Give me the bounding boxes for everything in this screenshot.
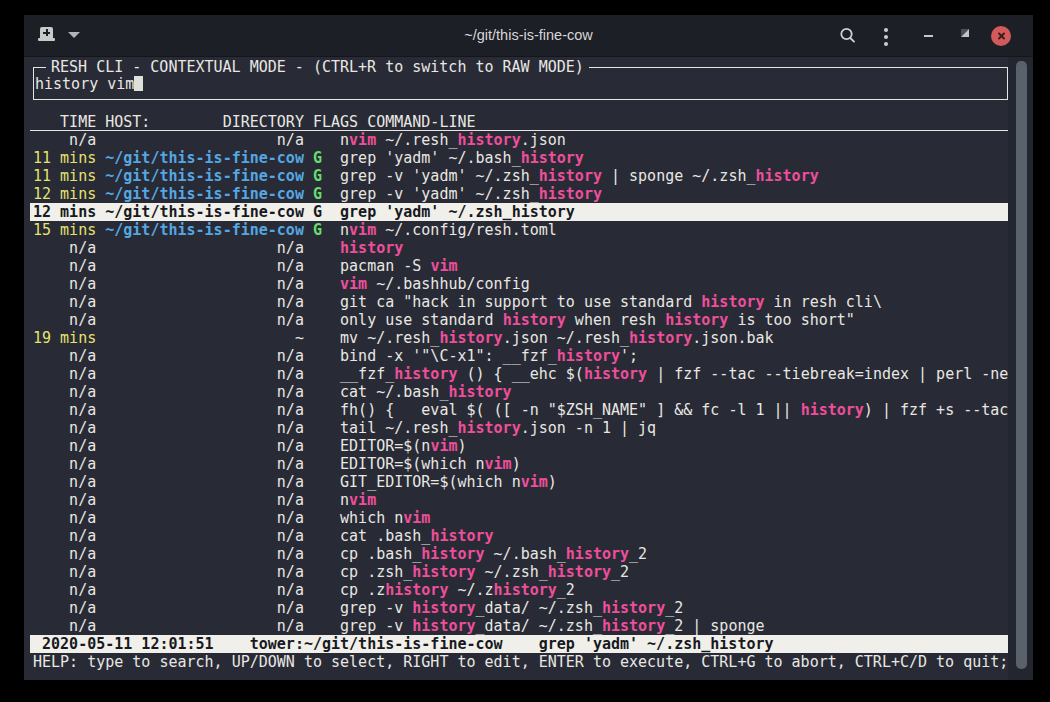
text-cursor bbox=[134, 76, 143, 91]
history-row[interactable]: 11 mins ~/git/this-is-fine-cow G grep -v… bbox=[30, 167, 1008, 185]
scrollbar[interactable] bbox=[1008, 57, 1033, 680]
history-row[interactable]: n/a n/a pacman -S vim bbox=[30, 257, 1008, 275]
history-row[interactable]: n/a n/a only use standard history when r… bbox=[30, 311, 1008, 329]
history-row[interactable]: n/a n/a which nvim bbox=[30, 509, 1008, 527]
status-bar: 2020-05-11 12:01:51 tower:~/git/this-is-… bbox=[30, 635, 1008, 653]
history-row[interactable]: n/a n/a git ca "hack in support to use s… bbox=[30, 293, 1008, 311]
history-row[interactable]: n/a n/a tail ~/.resh_history.json -n 1 |… bbox=[30, 419, 1008, 437]
history-rows: n/a n/a nvim ~/.resh_history.json11 mins… bbox=[30, 131, 1008, 635]
history-row[interactable]: n/a n/a grep -v history_data/ ~/.zsh_his… bbox=[30, 599, 1008, 617]
history-row[interactable]: n/a n/a EDITOR=$(nvim) bbox=[30, 437, 1008, 455]
history-table: TIME HOST: DIRECTORY FLAGS COMMAND-LINE … bbox=[30, 113, 1008, 671]
history-row[interactable]: n/a n/a __fzf_history () { __ehc $(histo… bbox=[30, 365, 1008, 383]
minimize-button[interactable] bbox=[924, 35, 933, 37]
help-bar: HELP: type to search, UP/DOWN to select,… bbox=[30, 653, 1008, 671]
history-row[interactable]: n/a n/a nvim ~/.resh_history.json bbox=[30, 131, 1008, 149]
window-title: ~/git/this-is-fine-cow bbox=[24, 15, 1033, 56]
history-row[interactable]: 15 mins ~/git/this-is-fine-cow G nvim ~/… bbox=[30, 221, 1008, 239]
history-row[interactable]: n/a n/a EDITOR=$(which nvim) bbox=[30, 455, 1008, 473]
history-row[interactable]: 11 mins ~/git/this-is-fine-cow G grep 'y… bbox=[30, 149, 1008, 167]
history-row[interactable]: n/a n/a cat ~/.bash_history bbox=[30, 383, 1008, 401]
history-row[interactable]: n/a n/a GIT_EDITOR=$(which nvim) bbox=[30, 473, 1008, 491]
history-row[interactable]: n/a n/a vim ~/.bashhub/config bbox=[30, 275, 1008, 293]
scrollbar-thumb[interactable] bbox=[1016, 61, 1027, 669]
resh-search-panel: RESH CLI - CONTEXTUAL MODE - (CTRL+R to … bbox=[33, 67, 1008, 100]
desktop-background: ~/git/this-is-fine-cow RESH CLI - CONTEX… bbox=[0, 0, 1050, 702]
history-row[interactable]: n/a n/a nvim bbox=[30, 491, 1008, 509]
terminal-window: ~/git/this-is-fine-cow RESH CLI - CONTEX… bbox=[24, 15, 1033, 680]
menu-kebab-icon[interactable] bbox=[884, 28, 888, 46]
history-row[interactable]: n/a n/a bind -x '"\C-x1": __fzf_history'… bbox=[30, 347, 1008, 365]
close-button[interactable] bbox=[991, 26, 1011, 46]
history-row[interactable]: n/a n/a fh() { eval $( ([ -n "$ZSH_NAME"… bbox=[30, 401, 1008, 419]
restore-button[interactable] bbox=[961, 29, 969, 37]
terminal-viewport[interactable]: RESH CLI - CONTEXTUAL MODE - (CTRL+R to … bbox=[24, 57, 1033, 680]
history-row[interactable]: n/a n/a cp .zhistory ~/.zhistory_2 bbox=[30, 581, 1008, 599]
titlebar[interactable]: ~/git/this-is-fine-cow bbox=[24, 15, 1033, 57]
search-icon[interactable] bbox=[838, 26, 858, 46]
table-header: TIME HOST: DIRECTORY FLAGS COMMAND-LINE bbox=[30, 113, 1008, 131]
history-row[interactable]: n/a n/a cp .bash_history ~/.bash_history… bbox=[30, 545, 1008, 563]
history-row[interactable]: n/a n/a cp .zsh_history ~/.zsh_history_2 bbox=[30, 563, 1008, 581]
history-row[interactable]: 12 mins ~/git/this-is-fine-cow G grep 'y… bbox=[30, 203, 1008, 221]
history-row[interactable]: n/a n/a grep -v history_data/ ~/.zsh_his… bbox=[30, 617, 1008, 635]
history-row[interactable]: 12 mins ~/git/this-is-fine-cow G grep -v… bbox=[30, 185, 1008, 203]
history-row[interactable]: n/a n/a history bbox=[30, 239, 1008, 257]
history-row[interactable]: 19 mins ~ mv ~/.resh_history.json ~/.res… bbox=[30, 329, 1008, 347]
search-input[interactable]: history vim bbox=[35, 75, 143, 93]
history-row[interactable]: n/a n/a cat .bash_history bbox=[30, 527, 1008, 545]
